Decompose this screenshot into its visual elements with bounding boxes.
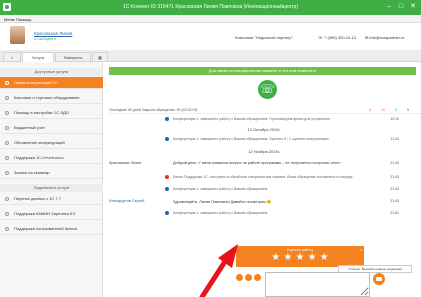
chat-time: 21:43 xyxy=(390,199,399,203)
chat-message: Добрый день. У меня появился вопрос по р… xyxy=(173,161,341,165)
chat-author: Красовская Лилия xyxy=(109,161,142,165)
chat-time: 21:51 xyxy=(390,211,399,215)
service-icon xyxy=(5,171,9,175)
star-icon[interactable]: ★ xyxy=(271,253,281,263)
screenshot-icon[interactable] xyxy=(245,274,252,281)
service-icon xyxy=(5,126,9,130)
chat-message: Конференция 1, завершено работу с Вашим … xyxy=(173,211,268,215)
service-icon xyxy=(5,212,9,216)
stat-files[interactable]: 0 xyxy=(395,106,397,114)
sidebar-item-itcheck[interactable]: Поддержка пользователей Itcheck xyxy=(0,223,103,235)
send-button[interactable] xyxy=(373,273,385,285)
home-icon[interactable]: ⌂ xyxy=(3,52,21,62)
star-rating: ★ ★ ★ ★ ★ xyxy=(236,253,364,263)
star-icon[interactable]: ★ xyxy=(307,253,317,263)
maximize-icon[interactable]: □ xyxy=(395,2,407,12)
info-icon xyxy=(165,187,169,191)
input-tools xyxy=(236,274,264,282)
contact-banner[interactable]: Для связи со специалистом нажмите и чат … xyxy=(109,67,416,75)
chat-message: Конференция 1, завершено работу с Вашим … xyxy=(173,187,268,191)
emoji-icon[interactable] xyxy=(254,274,261,281)
avatar[interactable] xyxy=(10,26,25,44)
sidebar-item-cash-equipment[interactable]: Кассовое и торговое оборудование xyxy=(0,92,103,104)
user-name[interactable]: Красовская Лилия xyxy=(34,31,72,36)
title-bar: 1С-Коннект ID 315471 Красовская Лилия Па… xyxy=(0,0,421,15)
minimize-icon[interactable]: – xyxy=(383,2,395,12)
service-icon xyxy=(5,141,9,145)
menu-bar: Меню Помощь xyxy=(0,15,421,23)
date-separator: 12 Ноября 2015г. xyxy=(248,149,280,154)
sidebar-item-edo-help[interactable]: Помощь в настройке 1С-ЭДО xyxy=(0,107,103,119)
sidebar-item-seminar[interactable]: Запись на семинар xyxy=(0,167,103,179)
rating-popup: Оцените работу × ★ ★ ★ ★ ★ xyxy=(236,246,364,267)
info-icon xyxy=(165,117,169,121)
service-icon xyxy=(5,156,9,160)
message-input[interactable] xyxy=(265,272,370,297)
user-status[interactable]: ● Свободна ▾ xyxy=(34,37,56,41)
info-icon xyxy=(165,137,169,141)
sidebar-item-reporting[interactable]: Поддержка 1С-Отчетность xyxy=(0,152,103,164)
sidebar-section-available: Доступные услуги xyxy=(0,68,103,76)
service-icon xyxy=(5,227,9,231)
service-icon xyxy=(5,81,9,85)
chat-time: 11:24 xyxy=(390,137,400,141)
chat-message: Здравствуйте, Лилия Павловна! Давайте по… xyxy=(173,200,272,204)
alert-icon xyxy=(165,175,169,179)
service-icon xyxy=(5,197,9,201)
star-icon[interactable]: ★ xyxy=(283,253,293,263)
menu-item-main[interactable]: Меню xyxy=(4,17,15,22)
sidebar-section-connect: Подключите услуги xyxy=(0,184,103,192)
user-bar: Красовская Лилия ● Свободна ▾ Компания "… xyxy=(0,23,421,47)
chat-time: 21:43 xyxy=(390,161,399,165)
close-icon[interactable]: × xyxy=(360,247,362,252)
chat-time: 21:43 xyxy=(390,175,399,179)
star-icon[interactable]: ★ xyxy=(319,253,329,263)
sidebar-item-updates[interactable]: Обновление конфигураций xyxy=(0,137,103,149)
tab-bar: ⌂ Услуги Фавориты ▦ xyxy=(0,50,421,62)
service-icon xyxy=(5,96,9,100)
company-link[interactable]: Компания "Надежный партнер" xyxy=(235,35,293,40)
window-title: 1С-Коннект ID 315471 Красовская Лилия Па… xyxy=(122,4,299,10)
chat-log: Конференция 1, завершено работу с Вашим … xyxy=(109,115,419,265)
sidebar-item-kamin[interactable]: Поддержка КАМИН Зарплата 5.0 xyxy=(0,208,103,220)
email-link[interactable]: ✉ info@nowpartner.ru xyxy=(365,35,404,40)
menu-item-help[interactable]: Помощь xyxy=(16,17,31,22)
tab-services[interactable]: Услуги xyxy=(22,52,54,62)
request-bar: Последние 90 дней Закрыто обращение: 90 … xyxy=(109,106,421,114)
chat-message: Конференция 1, завершено работу с Вашим … xyxy=(173,117,330,121)
sidebar: Доступные услуги Линия консультаций 1С К… xyxy=(0,62,103,297)
sidebar-item-consult-line[interactable]: Линия консультаций 1С xyxy=(0,77,103,89)
service-icon xyxy=(5,111,9,115)
chat-message: Линия Поддержки 1С, поступило в обработк… xyxy=(173,175,353,179)
chat-message: Конференция 1, завершено работу с Вашим … xyxy=(173,137,329,141)
phone-number: ☏ 7 (495) 300-14-12 xyxy=(318,35,357,40)
tab-favorites[interactable]: Фавориты xyxy=(55,52,91,62)
stat-missed[interactable]: 2 xyxy=(369,106,371,114)
chat-time: 21:43 xyxy=(390,187,399,191)
info-icon xyxy=(165,211,169,215)
call-button[interactable] xyxy=(258,80,277,99)
attach-icon[interactable] xyxy=(236,274,243,281)
request-summary: Последние 90 дней Закрыто обращение: 90 … xyxy=(109,108,198,112)
sidebar-item-budget[interactable]: Бюджетный учет xyxy=(0,122,103,134)
chat-author[interactable]: Иннофуртов Сергей xyxy=(109,199,159,203)
stat-calls[interactable]: 5 xyxy=(407,106,409,114)
sidebar-item-data-transfer[interactable]: Перенос данных с 1С 7.7 xyxy=(0,193,103,205)
chat-time: 10:10 xyxy=(390,117,399,121)
close-icon[interactable]: ✕ xyxy=(407,2,419,12)
date-separator: 13 Октября 2015г. xyxy=(247,127,281,132)
stat-messages[interactable]: 15 xyxy=(381,106,385,114)
grid-icon[interactable]: ▦ xyxy=(92,52,108,62)
star-icon[interactable]: ★ xyxy=(295,253,305,263)
